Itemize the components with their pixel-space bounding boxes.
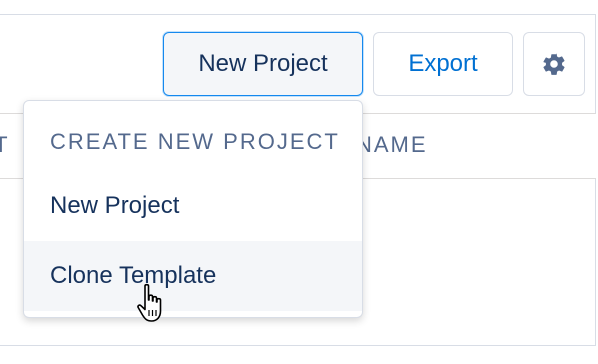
menu-item-new-project[interactable]: New Project	[24, 171, 362, 241]
column-header-truncated[interactable]: IT	[0, 132, 10, 158]
new-project-button[interactable]: New Project	[163, 32, 363, 96]
menu-item-label: New Project	[50, 192, 180, 219]
dropdown-heading: CREATE NEW PROJECT	[50, 129, 340, 154]
create-project-dropdown: CREATE NEW PROJECT New Project Clone Tem…	[23, 100, 363, 318]
column-header-name[interactable]: NAME	[356, 132, 428, 158]
menu-item-clone-template[interactable]: Clone Template	[24, 241, 362, 311]
hand-pointer-icon	[137, 283, 162, 322]
menu-item-label: Clone Template	[50, 262, 217, 289]
export-button[interactable]: Export	[373, 32, 513, 96]
settings-button[interactable]	[523, 32, 585, 96]
new-project-button-label: New Project	[198, 50, 328, 77]
export-button-label: Export	[408, 50, 478, 77]
gear-icon	[543, 53, 565, 75]
